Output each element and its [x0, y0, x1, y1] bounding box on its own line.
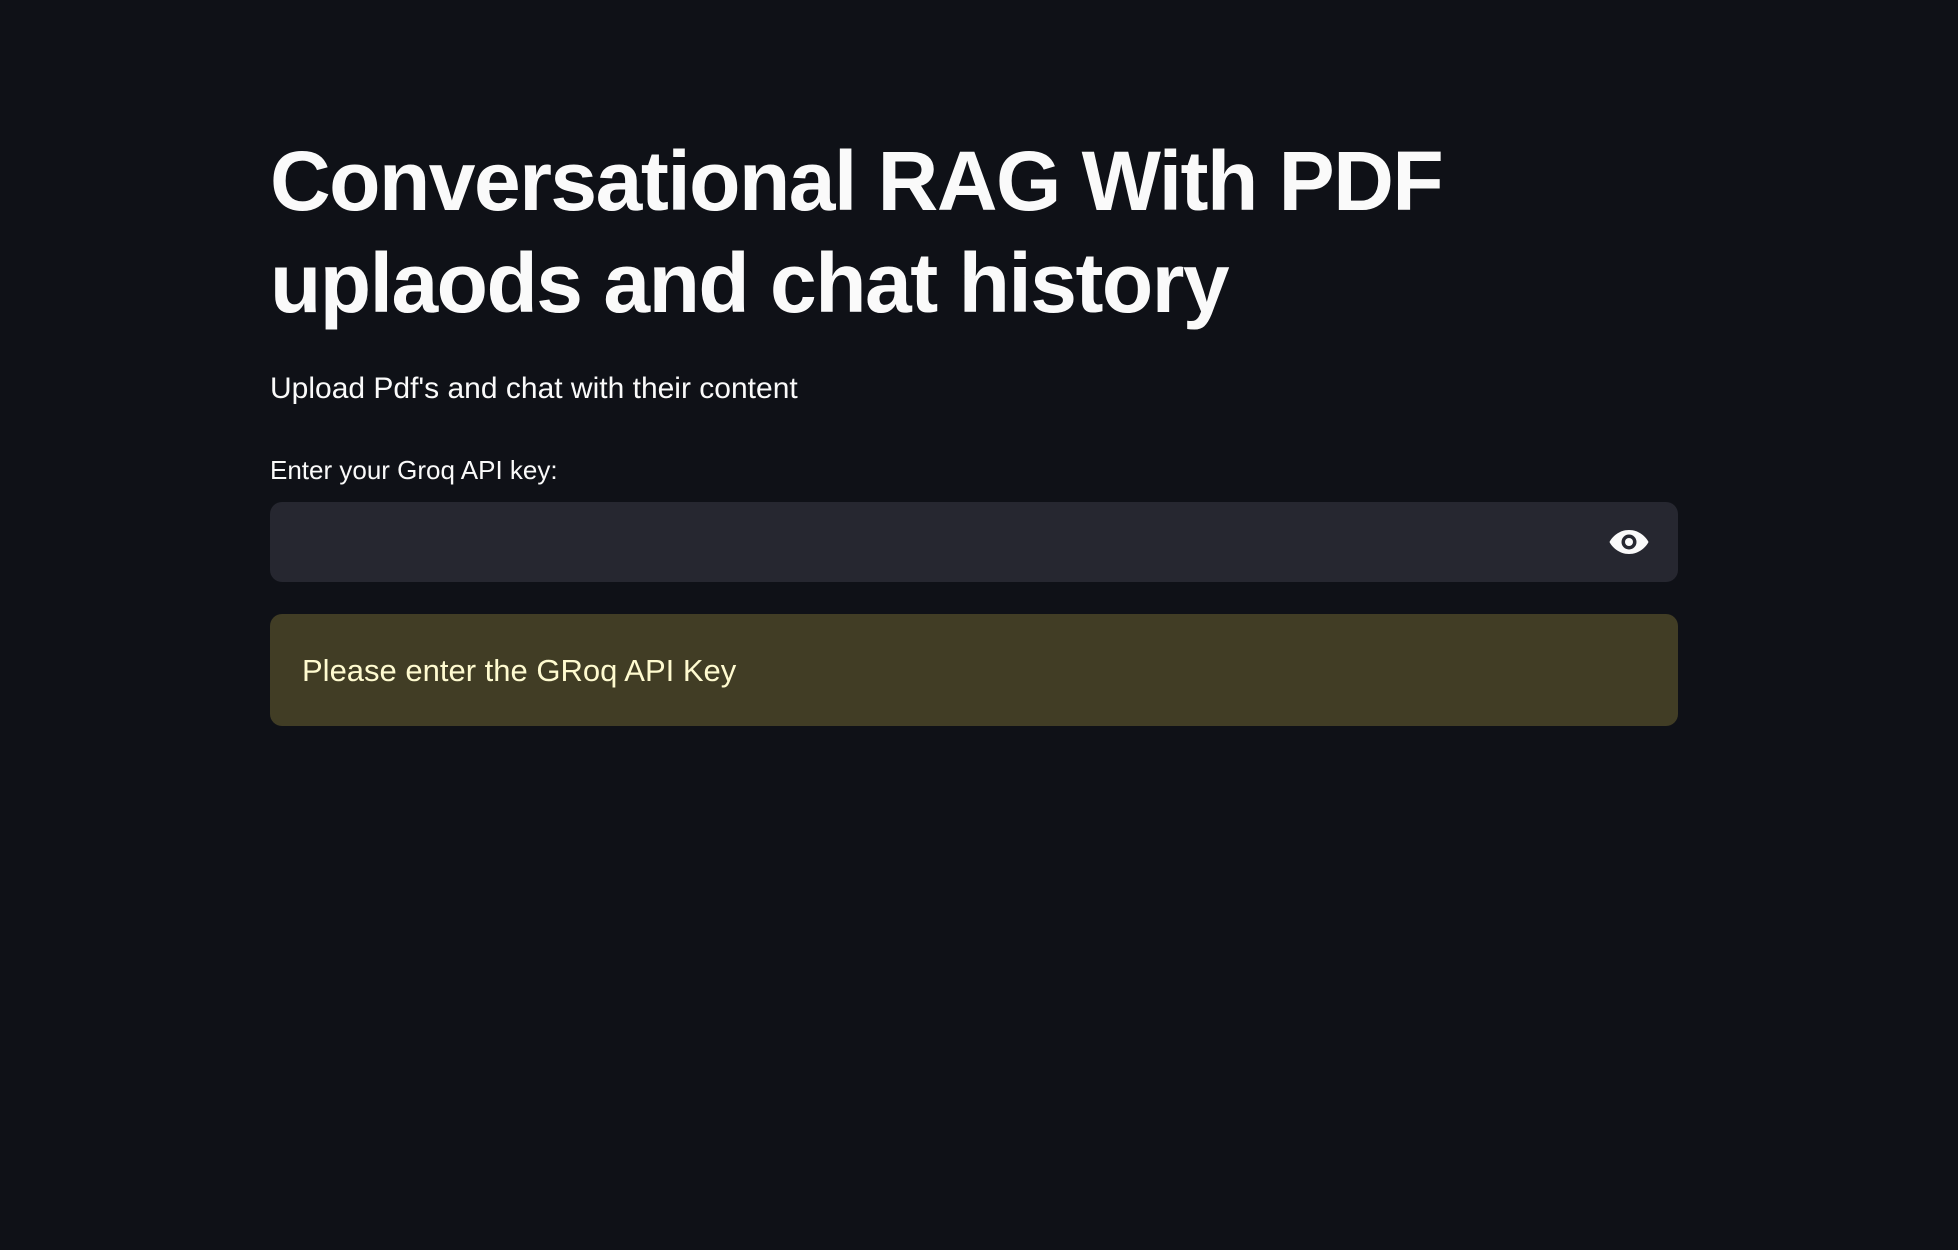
api-key-input-container	[270, 502, 1678, 582]
show-password-button[interactable]	[1604, 522, 1654, 562]
warning-alert: Please enter the GRoq API Key	[270, 614, 1678, 726]
api-key-label: Enter your Groq API key:	[270, 455, 558, 485]
page-title: Conversational RAG With PDF uplaods and …	[270, 134, 1444, 330]
main-content: Conversational RAG With PDF uplaods and …	[270, 0, 1678, 1250]
eye-icon	[1609, 530, 1649, 554]
page-subtitle: Upload Pdf's and chat with their content	[270, 372, 798, 405]
warning-text: Please enter the GRoq API Key	[302, 653, 737, 688]
api-key-input[interactable]	[270, 502, 1580, 582]
